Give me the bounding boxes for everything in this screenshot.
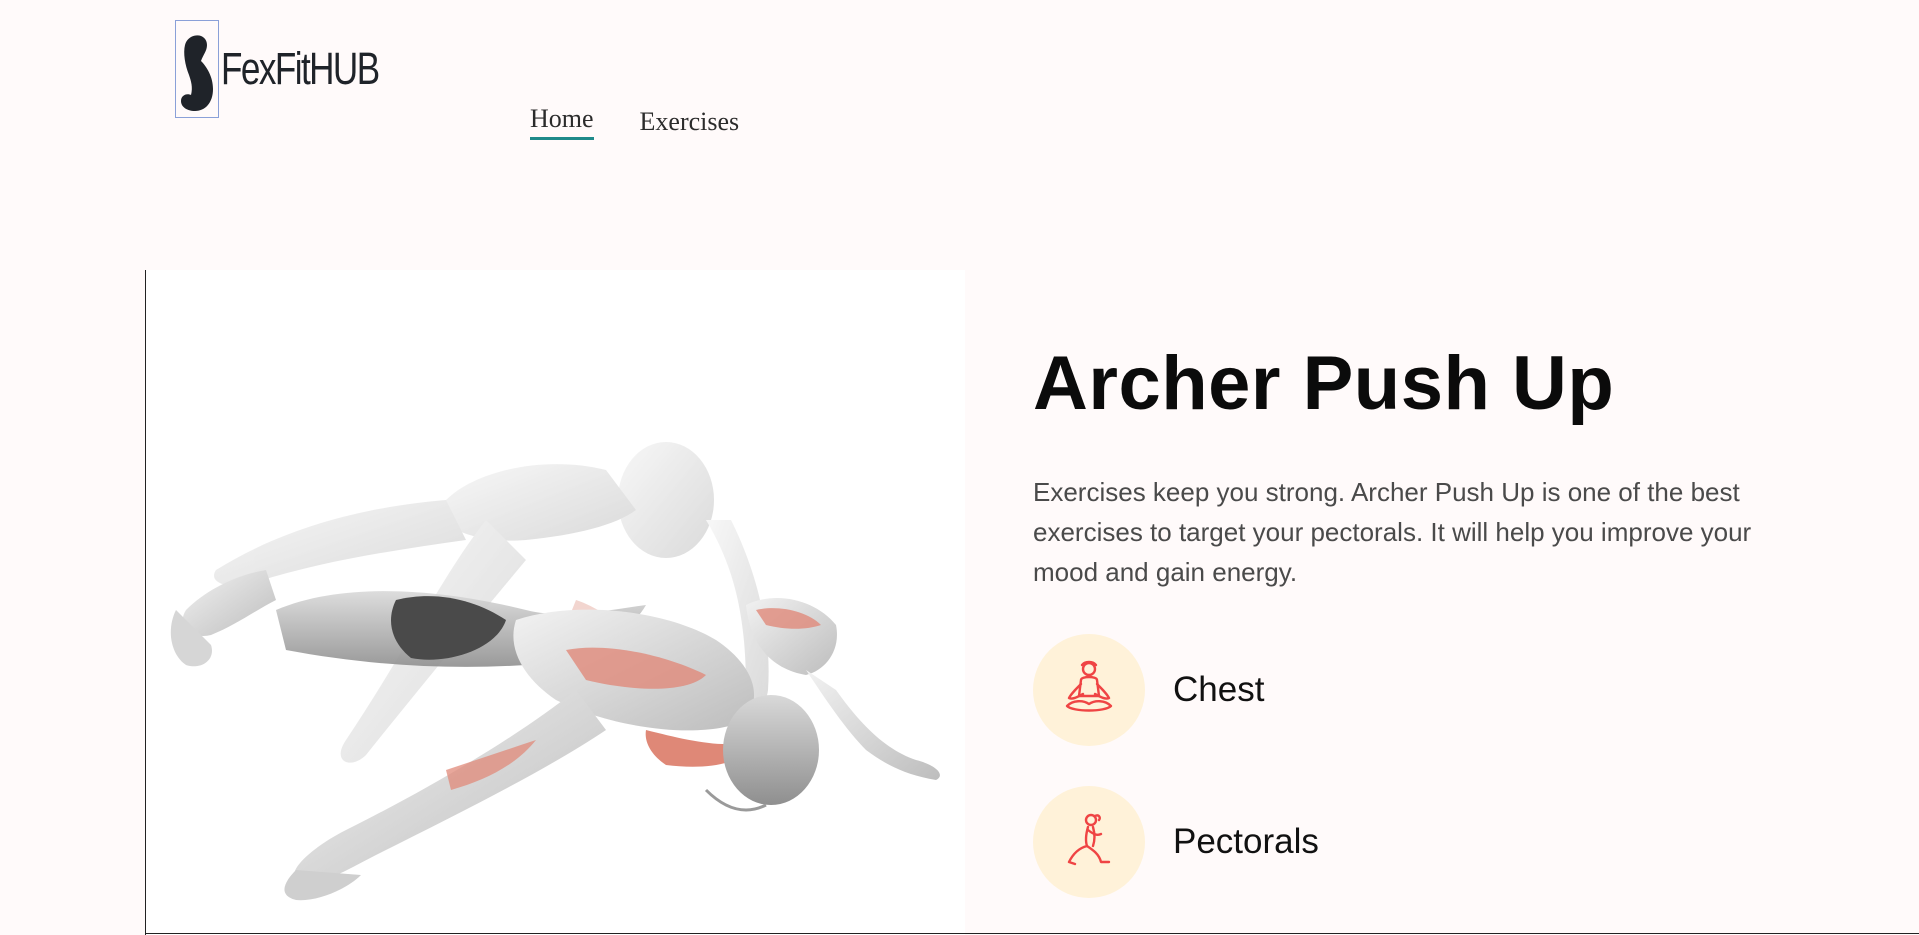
- meditation-pose-icon: [1065, 660, 1113, 712]
- target-muscle-label: Pectorals: [1173, 822, 1319, 861]
- exercise-title: Archer Push Up: [1033, 341, 1615, 426]
- nav-exercises-link[interactable]: Exercises: [640, 107, 740, 140]
- lunge-pose-icon: [1067, 813, 1111, 866]
- target-muscle-button[interactable]: [1033, 786, 1145, 898]
- flexed-arm-icon: [175, 20, 219, 118]
- target-muscle-tag: Pectorals: [1033, 786, 1319, 898]
- exercise-description: Exercises keep you strong. Archer Push U…: [1033, 477, 1752, 587]
- section-divider: [145, 933, 1919, 934]
- exercise-detail-page: FexFitHUB Home Exercises Archer Push Up …: [0, 0, 1919, 935]
- archer-push-up-illustration: [170, 442, 940, 901]
- brand-name: FexFitHUB: [221, 43, 380, 94]
- body-part-button[interactable]: [1033, 634, 1145, 746]
- body-part-label: Chest: [1173, 670, 1265, 709]
- nav-home-link[interactable]: Home: [530, 104, 594, 140]
- exercise-image: [145, 270, 965, 935]
- brand-logo[interactable]: FexFitHUB: [175, 20, 423, 118]
- body-part-tag: Chest: [1033, 634, 1264, 746]
- main-nav: Home Exercises: [530, 104, 739, 140]
